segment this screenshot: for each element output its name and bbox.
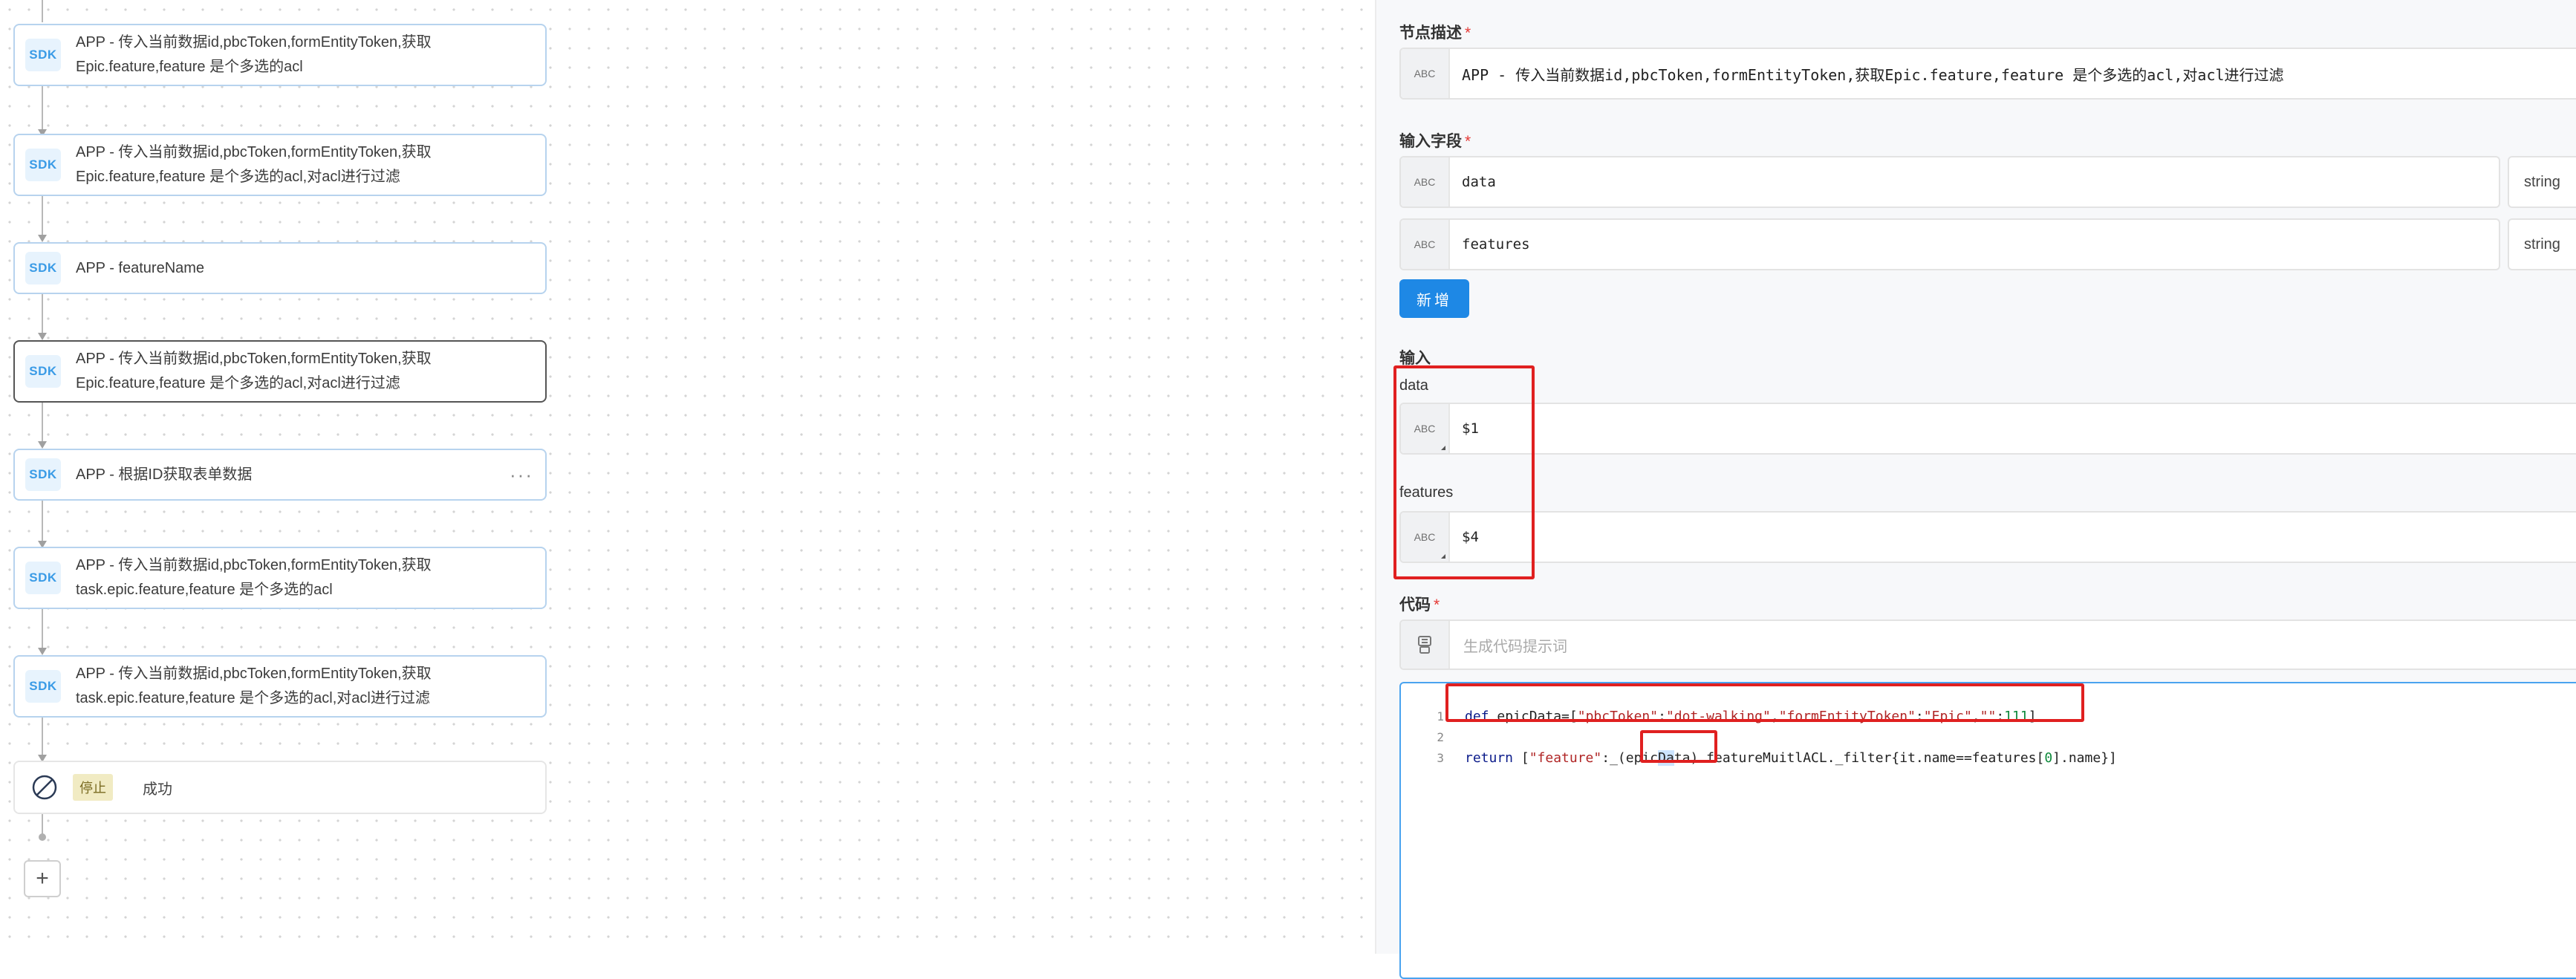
input-field-row[interactable]: ABC data [1399,156,2500,208]
node-desc-label: 节点描述 * [1399,21,1471,43]
ai-prompt-icon[interactable] [1401,621,1450,669]
connector [42,501,43,547]
stop-label: 成功 [143,781,172,798]
code-prompt-field[interactable]: 生成代码提示词 [1399,619,2576,670]
flow-node[interactable]: SDK APP - 根据ID获取表单数据 ··· [13,449,547,501]
connector [42,716,43,761]
node-label-line: APP - 传入当前数据id,pbcToken,formEntityToken,… [76,666,432,682]
node-label-line: APP - 传入当前数据id,pbcToken,formEntityToken,… [76,557,432,573]
node-label: APP - 传入当前数据id,pbcToken,formEntityToken,… [76,347,533,396]
node-label-line: task.epic.feature,feature 是个多选的acl [76,582,333,598]
connector [42,294,43,339]
code-token: "feature" [1529,749,1602,766]
code-token: ].name}] [2052,749,2117,766]
node-label: APP - 传入当前数据id,pbcToken,formEntityToken,… [76,140,533,189]
node-label-line: task.epic.feature,feature 是个多选的acl,对acl进… [76,690,430,706]
sdk-icon: SDK [25,562,61,594]
code-editor[interactable]: 1 def epicData=["pbcToken": "dot-walking"… [1399,682,2576,979]
node-label: APP - 传入当前数据id,pbcToken,formEntityToken,… [76,30,533,79]
input-field-row[interactable]: ABC features [1399,218,2500,270]
code-token: :_( [1601,749,1626,766]
input-value-field[interactable]: $4 [1450,513,2576,562]
node-label-line: APP - 根据ID获取表单数据 [76,466,253,483]
code-prompt-placeholder[interactable]: 生成代码提示词 [1450,621,1567,669]
sdk-icon: SDK [25,670,61,703]
node-label-line: Epic.feature,feature 是个多选的acl [76,59,303,75]
connector [42,401,43,447]
annotation-box [1445,683,2084,722]
required-mark: * [1465,25,1471,42]
flow-node[interactable]: SDK APP - 传入当前数据id,pbcToken,formEntityTo… [13,24,547,86]
sdk-icon: SDK [25,355,61,388]
node-desc-input[interactable]: APP - 传入当前数据id,pbcToken,formEntityToken,… [1450,49,2576,98]
annotation-box [1640,730,1717,763]
required-mark: * [1465,133,1471,150]
node-label: APP - 根据ID获取表单数据 [76,463,502,487]
connector [42,608,43,654]
input-field-type-select[interactable]: string [2508,218,2576,270]
connector [42,195,43,241]
node-label: APP - 传入当前数据id,pbcToken,formEntityToken,… [76,662,533,711]
code-label-text: 代码 [1399,596,1431,614]
stop-tag: 停止 [73,774,113,801]
code-token: ).featureMuitlACL._filter{it.name==featu… [1690,749,2045,766]
flow-node[interactable]: SDK APP - 传入当前数据id,pbcToken,formEntityTo… [13,134,547,196]
input-value-row[interactable]: ABC $1 [1399,403,2576,455]
arrow-icon [38,441,47,449]
node-label-line: APP - featureName [76,259,205,276]
node-desc-label-text: 节点描述 [1399,25,1462,42]
node-label-line: APP - 传入当前数据id,pbcToken,formEntityToken,… [76,351,432,367]
node-label-line: APP - 传入当前数据id,pbcToken,formEntityToken,… [76,144,432,160]
sdk-icon: SDK [25,149,61,181]
flow-node[interactable]: SDK APP - 传入当前数据id,pbcToken,formEntityTo… [13,655,547,718]
node-label-line: Epic.feature,feature 是个多选的acl,对acl进行过滤 [76,169,400,185]
code-token: [ [1520,749,1529,766]
add-node-button[interactable]: + [24,860,61,897]
code-line: 3 return ["feature":_(epic Da ta).featureM… [1401,747,2117,768]
flow-node-selected[interactable]: SDK APP - 传入当前数据id,pbcToken,formEntityTo… [13,340,547,403]
line-number: 3 [1437,750,1444,765]
code-token: return [1465,749,1521,766]
abc-type-icon: ABC [1401,49,1450,98]
code-token: 0 [2044,749,2053,766]
abc-type-icon: ABC [1401,220,1450,269]
arrow-icon [38,333,47,340]
input-value-row[interactable]: ABC $4 [1399,511,2576,563]
line-number: 2 [1437,729,1444,744]
node-label: APP - 传入当前数据id,pbcToken,formEntityToken,… [76,553,533,602]
connector [42,0,43,22]
input-fields-label-text: 输入字段 [1399,133,1462,150]
flow-node[interactable]: SDK APP - 传入当前数据id,pbcToken,formEntityTo… [13,547,547,609]
flow-canvas: SDK APP - 传入当前数据id,pbcToken,formEntityTo… [0,0,1375,954]
node-properties-panel: 节点描述 * ABC APP - 传入当前数据id,pbcToken,formEn… [1375,0,2576,979]
stop-icon [30,773,59,802]
node-label-line: APP - 传入当前数据id,pbcToken,formEntityToken,… [76,34,432,51]
connector [42,86,43,135]
arrow-icon [38,648,47,655]
input-fields-label: 输入字段 * [1399,129,1471,152]
code-label: 代码 * [1399,593,1440,615]
code-line: 2 [1401,726,1465,747]
input-field-name[interactable]: features [1450,220,2499,269]
add-field-button[interactable]: 新增 [1399,279,1469,318]
abc-type-icon: ABC [1401,157,1450,206]
annotation-box [1393,365,1535,579]
required-mark: * [1434,596,1440,614]
arrow-icon [38,235,47,242]
node-desc-field[interactable]: ABC APP - 传入当前数据id,pbcToken,formEntityTo… [1399,48,2576,100]
stop-node[interactable]: 停止 成功 [13,761,547,814]
input-value-field[interactable]: $1 [1450,404,2576,453]
input-field-type-select[interactable]: string [2508,156,2576,208]
end-dot [39,833,46,841]
input-field-name[interactable]: data [1450,157,2499,206]
sdk-icon: SDK [25,252,61,284]
sdk-icon: SDK [25,39,61,71]
more-options-icon[interactable]: ··· [510,464,533,487]
node-label: APP - featureName [76,256,533,281]
node-label-line: Epic.feature,feature 是个多选的acl,对acl进行过滤 [76,375,400,391]
flow-node[interactable]: SDK APP - featureName [13,242,547,294]
sdk-icon: SDK [25,458,61,491]
